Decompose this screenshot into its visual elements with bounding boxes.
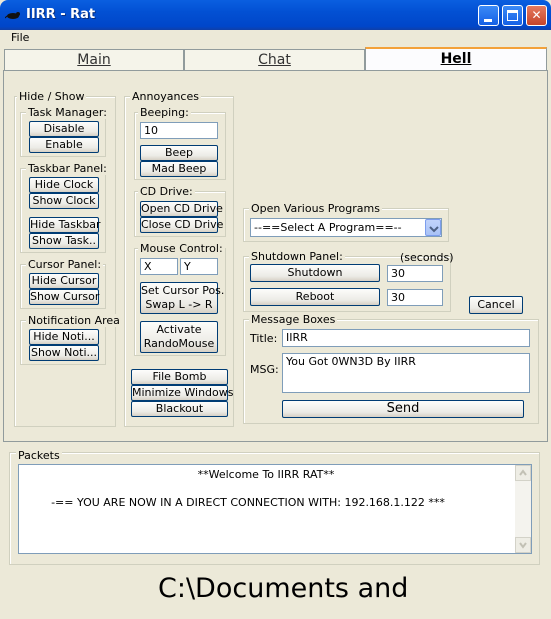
- shutdown-button[interactable]: Shutdown: [250, 264, 380, 282]
- swap-buttons-label: Swap L -> R: [145, 298, 213, 311]
- scroll-up-arrow-icon[interactable]: [515, 465, 531, 481]
- packets-line-welcome: **Welcome To IIRR RAT**: [197, 468, 335, 481]
- tab-hell-label: Hell: [440, 51, 472, 67]
- minimize-button[interactable]: [478, 5, 499, 26]
- hide-show-label: Hide / Show: [17, 90, 87, 103]
- message-body-input[interactable]: You Got 0WN3D By IIRR: [282, 353, 530, 393]
- packets-label: Packets: [16, 449, 62, 462]
- show-clock-button[interactable]: Show Clock: [29, 193, 99, 209]
- cancel-shutdown-button[interactable]: Cancel: [469, 296, 523, 314]
- task-manager-label: Task Manager:: [26, 106, 109, 119]
- file-bomb-button[interactable]: File Bomb: [131, 369, 228, 385]
- shutdown-label: Shutdown Panel:: [249, 250, 345, 263]
- close-cd-drive-button[interactable]: Close CD Drive: [140, 217, 223, 233]
- close-icon: ✕: [531, 8, 542, 22]
- packets-scrollbar[interactable]: [515, 465, 531, 553]
- tab-chat[interactable]: Chat: [184, 49, 365, 71]
- program-select[interactable]: --==Select A Program==--: [250, 218, 442, 237]
- show-cursor-button[interactable]: Show Cursor: [29, 289, 99, 305]
- randomouse-label: RandoMouse: [143, 337, 215, 350]
- tab-main[interactable]: Main: [4, 49, 184, 71]
- beep-button[interactable]: Beep: [140, 145, 218, 161]
- activate-label: Activate: [156, 323, 202, 336]
- beep-count-input[interactable]: 10: [140, 122, 218, 139]
- set-cursor-pos-button[interactable]: Set Cursor Pos. Swap L -> R: [140, 282, 225, 314]
- enable-task-manager-button[interactable]: Enable: [29, 137, 99, 153]
- cd-drive-label: CD Drive:: [138, 185, 195, 198]
- show-taskbar-button[interactable]: Show Task..: [29, 233, 99, 249]
- tab-chat-label: Chat: [258, 52, 291, 68]
- maximize-button[interactable]: [502, 5, 523, 26]
- program-select-value: --==Select A Program==--: [254, 221, 402, 234]
- notification-area-label: Notification Area: [26, 314, 122, 327]
- maximize-icon: [507, 10, 518, 21]
- menu-file[interactable]: File: [11, 31, 29, 44]
- activate-randomouse-button[interactable]: Activate RandoMouse: [140, 321, 218, 353]
- scroll-down-arrow-icon[interactable]: [515, 537, 531, 553]
- title-field-label: Title:: [250, 332, 278, 345]
- message-boxes-label: Message Boxes: [249, 313, 338, 326]
- hide-taskbar-button[interactable]: Hide Taskbar: [29, 217, 101, 233]
- set-cursor-pos-label: Set Cursor Pos.: [141, 284, 225, 297]
- hide-notification-button[interactable]: Hide Noti...: [29, 329, 99, 345]
- programs-label: Open Various Programs: [249, 202, 382, 215]
- msg-field-label: MSG:: [250, 363, 279, 376]
- mad-beep-button[interactable]: Mad Beep: [140, 161, 218, 177]
- menu-bar: File: [3, 30, 548, 46]
- taskbar-panel-label: Taskbar Panel:: [26, 162, 109, 175]
- show-notification-button[interactable]: Show Noti...: [29, 345, 99, 361]
- cursor-x-input[interactable]: X: [140, 258, 178, 275]
- packets-line-connection: -== YOU ARE NOW IN A DIRECT CONNECTION W…: [51, 496, 445, 509]
- hide-cursor-button[interactable]: Hide Cursor: [29, 273, 99, 289]
- tab-main-label: Main: [77, 52, 111, 68]
- blackout-button[interactable]: Blackout: [131, 401, 228, 417]
- minimize-icon: [484, 19, 492, 22]
- reboot-button[interactable]: Reboot: [250, 288, 380, 306]
- close-button[interactable]: ✕: [526, 5, 547, 26]
- cursor-panel-label: Cursor Panel:: [26, 258, 104, 271]
- window-title: IIRR - Rat: [26, 7, 96, 22]
- disable-task-manager-button[interactable]: Disable: [29, 121, 99, 137]
- reboot-seconds-input[interactable]: 30: [387, 289, 443, 306]
- send-message-button[interactable]: Send: [282, 400, 524, 418]
- tab-hell[interactable]: Hell: [365, 47, 547, 71]
- hide-clock-button[interactable]: Hide Clock: [29, 177, 99, 193]
- seconds-label: (seconds): [400, 251, 454, 264]
- minimize-windows-button[interactable]: Minimize Windows: [131, 385, 234, 401]
- mouse-control-label: Mouse Control:: [138, 242, 225, 255]
- beeping-label: Beeping:: [138, 106, 191, 119]
- annoyances-label: Annoyances: [130, 90, 201, 103]
- status-path-text: C:\Documents and: [158, 573, 409, 604]
- shutdown-seconds-input[interactable]: 30: [387, 265, 443, 282]
- dropdown-arrow-icon[interactable]: [425, 219, 441, 236]
- rat-icon: [5, 12, 20, 19]
- message-title-input[interactable]: IIRR: [282, 329, 530, 347]
- cursor-y-input[interactable]: Y: [180, 258, 218, 275]
- open-cd-drive-button[interactable]: Open CD Drive: [140, 201, 223, 217]
